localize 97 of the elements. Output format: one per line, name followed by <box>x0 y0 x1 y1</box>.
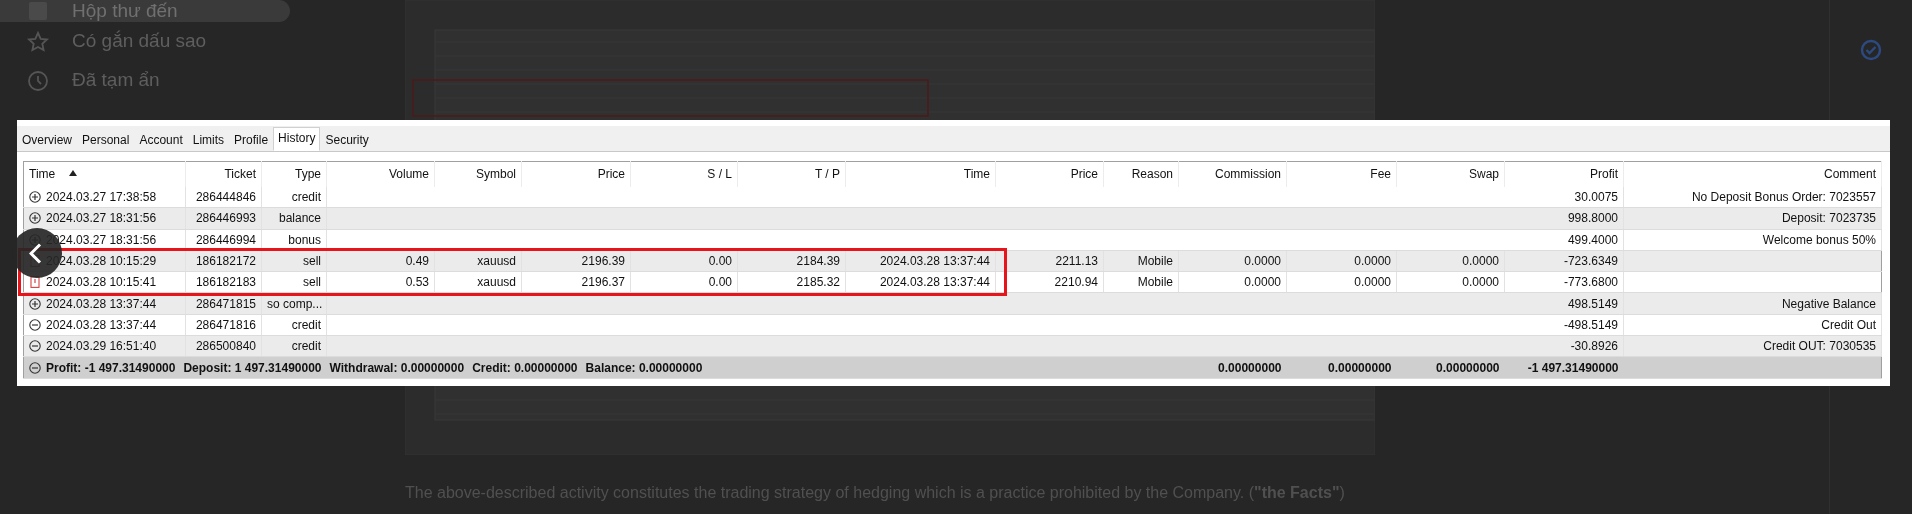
tab[interactable]: History <box>273 127 321 151</box>
table-cell: 0.0000 <box>1462 254 1499 269</box>
column-header[interactable]: Price <box>597 167 625 182</box>
tab[interactable]: Personal <box>77 129 135 151</box>
table-cell: 186182183 <box>195 275 256 290</box>
tab[interactable]: Account <box>134 129 188 151</box>
inbox-icon <box>26 0 50 23</box>
table-cell: 2024.03.28 13:37:44 <box>879 254 990 269</box>
column-header[interactable]: Reason <box>1131 167 1173 182</box>
table-cell: -723.6349 <box>1563 254 1618 269</box>
column-header[interactable]: T / P <box>814 167 840 182</box>
table-cell: 2185.32 <box>796 275 840 290</box>
column-header[interactable]: Commission <box>1215 167 1281 182</box>
table-cell: 0.49 <box>405 254 429 269</box>
table-cell: 286471816 <box>195 317 256 332</box>
total-cell: -1 497.31490000 <box>1527 360 1619 375</box>
table-cell: sell <box>303 275 321 290</box>
table-cell: 2024.03.27 17:38:58 <box>46 189 157 204</box>
table-cell: 2024.03.27 18:31:56 <box>46 211 157 226</box>
table-cell: 286444846 <box>195 189 256 204</box>
sidebar-label: Đã tạm ẩn <box>72 68 160 93</box>
table-cell: credit <box>291 189 321 204</box>
table-cell: 499.4000 <box>1567 232 1618 247</box>
table-cell: 0.0000 <box>1462 275 1499 290</box>
table-cell: No Deposit Bonus Order: 7023557 <box>1691 189 1876 204</box>
table-cell: 286446994 <box>195 232 256 247</box>
sidebar-label: Có gắn dấu sao <box>72 29 207 54</box>
table-cell: Mobile <box>1137 254 1173 269</box>
table-cell: 0.53 <box>405 275 429 290</box>
table-cell: 2024.03.28 10:15:41 <box>46 275 157 290</box>
column-header[interactable]: Comment <box>1824 167 1876 182</box>
table-cell: Welcome bonus 50% <box>1762 232 1876 247</box>
summary-value: Balance: 0.00000000 <box>585 360 703 375</box>
total-cell: 0.00000000 <box>1328 360 1392 375</box>
table-cell: bonus <box>288 232 321 247</box>
table-cell: credit <box>291 339 321 354</box>
table-cell: -498.5149 <box>1563 317 1618 332</box>
column-header[interactable]: Profit <box>1590 167 1618 182</box>
column-header[interactable]: S / L <box>707 167 732 182</box>
column-header[interactable]: Type <box>295 167 321 182</box>
table-cell: 286446993 <box>195 211 256 226</box>
table-cell: Negative Balance <box>1781 296 1876 311</box>
column-header[interactable]: Volume <box>388 167 429 182</box>
total-cell: 0.00000000 <box>1436 360 1500 375</box>
table-cell: 0.00 <box>708 275 732 290</box>
table-cell: balance <box>278 211 321 226</box>
table-cell: 30.0075 <box>1574 189 1618 204</box>
table-cell: 186182172 <box>195 254 256 269</box>
table-cell: 2184.39 <box>796 254 840 269</box>
column-header[interactable]: Price <box>1070 167 1098 182</box>
table-cell: 2196.39 <box>581 254 625 269</box>
table-cell: 0.0000 <box>1244 275 1281 290</box>
star-icon <box>26 29 50 54</box>
column-header[interactable]: Fee <box>1370 167 1391 182</box>
table-cell: 2024.03.28 13:37:44 <box>46 317 157 332</box>
table-cell: Deposit: 7023735 <box>1781 211 1876 226</box>
table-cell: 0.0000 <box>1354 275 1391 290</box>
table-cell: 2210.94 <box>1054 275 1098 290</box>
table-cell: xauusd <box>477 254 516 269</box>
table-cell: 0.00 <box>708 254 732 269</box>
chevron-left-icon <box>28 242 42 264</box>
column-header[interactable]: Symbol <box>476 167 516 182</box>
table-cell: Credit OUT: 7030535 <box>1763 339 1876 354</box>
summary-value: Credit: 0.00000000 <box>472 360 578 375</box>
total-cell: 0.00000000 <box>1218 360 1282 375</box>
summary-value: Profit: -1 497.31490000 <box>46 360 176 375</box>
table-cell: 286471815 <box>195 296 256 311</box>
table-cell: -30.8926 <box>1570 339 1618 354</box>
table-cell: 2024.03.28 13:37:44 <box>879 275 990 290</box>
clock-icon <box>26 68 50 93</box>
table-cell: 286500840 <box>195 339 256 354</box>
tab[interactable]: Limits <box>187 129 230 151</box>
column-header[interactable]: Swap <box>1468 167 1499 182</box>
table-cell: 2024.03.29 16:51:40 <box>46 339 157 354</box>
table-cell: 2196.37 <box>581 275 625 290</box>
table-cell: Mobile <box>1137 275 1173 290</box>
table-cell: so comp... <box>267 296 323 311</box>
tab[interactable]: Overview <box>17 129 77 151</box>
table-cell: credit <box>291 317 321 332</box>
table-cell: 2024.03.28 13:37:44 <box>46 296 157 311</box>
table-cell: xauusd <box>477 275 516 290</box>
column-header[interactable]: Time <box>29 167 56 182</box>
table-cell: 0.0000 <box>1354 254 1391 269</box>
check-circle-icon[interactable] <box>1859 38 1883 62</box>
tab[interactable]: Profile <box>229 129 274 151</box>
table-cell: 998.8000 <box>1567 211 1618 226</box>
tab[interactable]: Security <box>320 129 374 151</box>
column-header[interactable]: Ticket <box>224 167 256 182</box>
table-cell: sell <box>303 254 321 269</box>
summary-value: Withdrawal: 0.00000000 <box>329 360 465 375</box>
summary-value: Deposit: 1 497.31490000 <box>183 360 322 375</box>
table-cell: 2211.13 <box>1055 254 1098 269</box>
table-cell: 0.0000 <box>1244 254 1281 269</box>
table-cell: Credit Out <box>1821 317 1876 332</box>
table-cell: -773.6800 <box>1563 275 1618 290</box>
table-cell: 498.5149 <box>1567 296 1618 311</box>
column-header[interactable]: Time <box>963 167 990 182</box>
